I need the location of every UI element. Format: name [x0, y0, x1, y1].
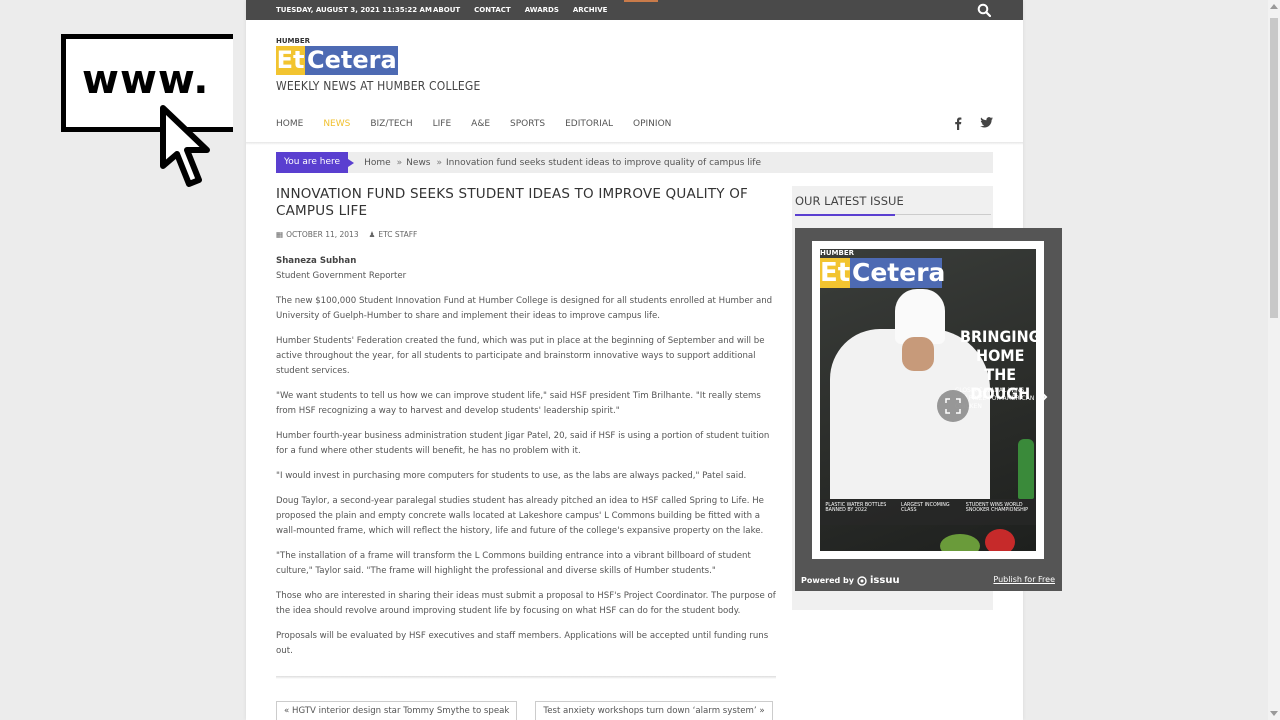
author-role: Student Government Reporter: [276, 271, 407, 281]
top-nav: ABOUT CONTACT AWARDS ARCHIVE: [433, 6, 607, 14]
sidebar-title: OUR LATEST ISSUE: [795, 194, 904, 208]
article-paragraph: Those who are interested in sharing thei…: [276, 591, 776, 616]
pointer-cursor-icon: [160, 105, 210, 187]
nav-a-and-e[interactable]: A&E: [471, 119, 490, 129]
logo-cetera-text: Cetera: [305, 46, 398, 75]
site-logo[interactable]: HUMBER Et Cetera: [276, 37, 398, 75]
breadcrumb-news[interactable]: News: [406, 158, 430, 168]
nav-editorial[interactable]: EDITORIAL: [565, 119, 613, 129]
article-paragraph: The new $100,000 Student Innovation Fund…: [276, 296, 773, 321]
cover-story: STUDENT WINS WORLD SNOOKER CHAMPIONSHIP: [965, 503, 1029, 513]
breadcrumb-home[interactable]: Home: [364, 158, 391, 168]
calendar-icon: ▦: [276, 230, 284, 239]
top-nav-archive[interactable]: ARCHIVE: [573, 6, 608, 14]
page-scrollbar[interactable]: [1268, 0, 1280, 720]
bottle: [1018, 439, 1034, 499]
issuu-logo-icon: [857, 575, 867, 586]
next-post-link[interactable]: Test anxiety workshops turn down ‘alarm …: [535, 701, 773, 720]
cover-story: PLASTIC WATER BOTTLES BANNED BY 2022: [825, 503, 887, 513]
article-paragraph: Humber Students' Federation created the …: [276, 336, 765, 376]
post-navigation: « HGTV interior design star Tommy Smythe…: [276, 701, 773, 720]
cover-humber-text: HUMBER: [820, 249, 855, 257]
main-nav: HOME NEWS BIZ/TECH LIFE A&E SPORTS EDITO…: [276, 119, 691, 129]
article-paragraph: Proposals will be evaluated by HSF execu…: [276, 631, 769, 656]
vegetable: [985, 529, 1015, 551]
magazine-cover[interactable]: HUMBER Et Cetera BRINGING HOME THE DOUGH…: [812, 241, 1044, 559]
nav-biz-tech[interactable]: BIZ/TECH: [370, 119, 412, 129]
top-nav-contact[interactable]: CONTACT: [474, 6, 511, 14]
logo-et-text: Et: [276, 46, 305, 75]
expand-icon: [945, 398, 961, 414]
article-date[interactable]: OCTOBER 11, 2013: [286, 230, 359, 239]
chef-face: [902, 337, 934, 371]
breadcrumb-current: Innovation fund seeks student ideas to i…: [446, 157, 761, 168]
top-nav-about[interactable]: ABOUT: [433, 6, 460, 14]
social-links: [954, 117, 993, 130]
previous-post-link[interactable]: « HGTV interior design star Tommy Smythe…: [276, 701, 518, 720]
www-text: www.: [82, 57, 210, 103]
nav-divider: [246, 142, 1023, 145]
site-tagline: WEEKLY NEWS AT HUMBER COLLEGE: [276, 79, 481, 93]
breadcrumb-separator: »: [396, 157, 403, 168]
sidebar-title-underline: [795, 214, 991, 216]
breadcrumb-separator: »: [436, 157, 443, 168]
issuu-embed[interactable]: HUMBER Et Cetera BRINGING HOME THE DOUGH…: [795, 228, 1062, 591]
twitter-icon[interactable]: [980, 117, 993, 128]
article-paragraph: Doug Taylor, a second-year paralegal stu…: [276, 496, 764, 536]
current-date: TUESDAY, AUGUST 3, 2021 11:35:22 AM: [276, 6, 432, 14]
cover-image: HUMBER Et Cetera BRINGING HOME THE DOUGH…: [820, 249, 1036, 551]
top-bar: TUESDAY, AUGUST 3, 2021 11:35:22 AM ABOU…: [246, 0, 1023, 20]
article-paragraph: Humber fourth-year business administrati…: [276, 431, 770, 456]
article-paragraph: "The installation of a frame will transf…: [276, 551, 751, 576]
publish-for-free-link[interactable]: Publish for Free: [993, 575, 1055, 584]
article-author-wrap: ♟ ETC STAFF: [369, 230, 418, 239]
chevron-right-icon[interactable]: [1038, 389, 1048, 405]
nav-home[interactable]: HOME: [276, 119, 303, 129]
cover-et-text: Et: [820, 258, 851, 288]
article-author-tag[interactable]: ETC STAFF: [378, 230, 417, 239]
vegetable: [940, 534, 980, 551]
cover-story-strip: PLASTIC WATER BOTTLES BANNED BY 2022 LAR…: [820, 499, 1036, 525]
nav-life[interactable]: LIFE: [433, 119, 452, 129]
search-icon[interactable]: [977, 3, 991, 17]
author-name: Shaneza Subhan: [276, 256, 357, 266]
top-nav-awards[interactable]: AWARDS: [525, 6, 559, 14]
facebook-icon[interactable]: [954, 117, 962, 130]
breadcrumb: You are here Home » News » Innovation fu…: [276, 152, 993, 173]
issuu-brand[interactable]: issuu: [870, 575, 900, 586]
nav-news[interactable]: NEWS: [323, 119, 350, 129]
nav-opinion[interactable]: OPINION: [633, 119, 671, 129]
powered-by-label: Powered by: [801, 576, 854, 585]
article-paragraph: "We want students to tell us how we can …: [276, 391, 761, 416]
scroll-down-arrow[interactable]: [1270, 711, 1278, 716]
article-meta: ▦ OCTOBER 11, 2013 ♟ ETC STAFF: [276, 230, 776, 239]
article-paragraph: "I would invest in purchasing more compu…: [276, 471, 747, 481]
breadcrumb-label: You are here: [276, 152, 355, 173]
cover-cetera-text: Cetera: [850, 258, 946, 288]
article-title: INNOVATION FUND SEEKS STUDENT IDEAS TO I…: [276, 186, 748, 219]
user-icon: ♟: [368, 230, 376, 239]
chef-hat: [895, 289, 945, 344]
powered-by: Powered by issuu: [801, 575, 900, 586]
topbar-accent: [624, 0, 658, 2]
fullscreen-icon[interactable]: [937, 390, 969, 422]
article: INNOVATION FUND SEEKS STUDENT IDEAS TO I…: [276, 186, 776, 669]
logo-humber-text: HUMBER: [276, 37, 311, 45]
article-date-wrap: ▦ OCTOBER 11, 2013: [276, 230, 359, 239]
scrollbar-thumb[interactable]: [1270, 18, 1278, 318]
cover-story: LARGEST INCOMING CLASS: [900, 503, 950, 513]
article-body: Shaneza Subhan Student Government Report…: [276, 254, 776, 659]
nav-sports[interactable]: SPORTS: [510, 119, 545, 129]
scroll-up-arrow[interactable]: [1270, 4, 1278, 9]
article-end-divider: [276, 676, 776, 679]
